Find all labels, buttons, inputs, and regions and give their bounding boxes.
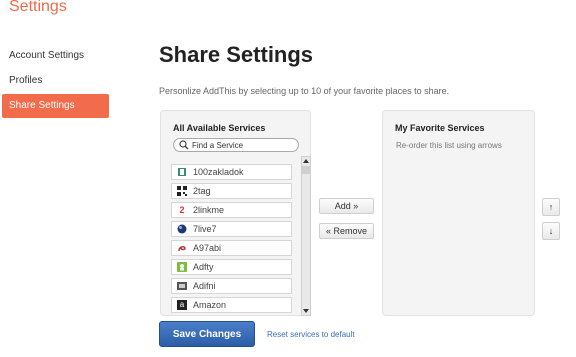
favorite-services-panel: My Favorite Services Re-order this list …	[382, 110, 535, 316]
globe-icon	[177, 224, 187, 234]
bookmark-icon	[178, 168, 186, 176]
available-services-panel: All Available Services 100zakladok 2tag	[160, 110, 311, 316]
search-icon	[179, 140, 189, 150]
move-down-button[interactable]: ↓	[542, 222, 560, 240]
remove-button[interactable]: « Remove	[319, 223, 374, 239]
service-item-2tag[interactable]: 2tag	[171, 183, 292, 199]
adfty-logo-icon	[177, 262, 187, 272]
sidebar-item-share-settings[interactable]: Share Settings	[2, 94, 109, 118]
favorite-services-heading: My Favorite Services	[395, 123, 485, 133]
service-item-100zakladok[interactable]: 100zakladok	[171, 164, 292, 180]
app-title: Settings	[9, 0, 67, 15]
page-subtitle: Personlize AddThis by selecting up to 10…	[159, 86, 450, 96]
amazon-logo-icon: a	[177, 300, 187, 310]
save-changes-button[interactable]: Save Changes	[159, 321, 255, 347]
move-up-button[interactable]: ↑	[542, 198, 560, 216]
sidebar-item-account-settings[interactable]: Account Settings	[2, 44, 109, 68]
add-button[interactable]: Add »	[319, 198, 374, 214]
service-item-a97abi[interactable]: A97abi	[171, 240, 292, 256]
service-label: 2linkme	[193, 205, 225, 215]
service-search[interactable]	[173, 138, 299, 152]
number-two-icon: 2	[179, 205, 185, 215]
sidebar-item-profiles[interactable]: Profiles	[2, 69, 109, 93]
service-label: 2tag	[193, 186, 211, 196]
service-label: Adfty	[193, 262, 214, 272]
service-label: Amazon	[193, 300, 227, 310]
service-label: 7live7	[193, 224, 217, 234]
sidebar: Account Settings Profiles Share Settings	[2, 44, 109, 118]
scroll-up-arrow-icon[interactable]	[302, 157, 310, 165]
services-scrollbar[interactable]	[301, 156, 311, 316]
service-item-2linkme[interactable]: 2 2linkme	[171, 202, 292, 218]
reset-services-link[interactable]: Reset services to default	[267, 330, 355, 339]
available-services-list: 100zakladok 2tag 2 2linkme 7live7 A97abi…	[171, 164, 292, 316]
search-input[interactable]	[192, 139, 296, 151]
a97abi-logo-icon	[178, 246, 186, 252]
adifni-logo-icon	[177, 282, 187, 290]
service-label: Adifni	[193, 281, 216, 291]
scroll-down-arrow-icon[interactable]	[302, 307, 310, 315]
qr-code-icon	[177, 186, 187, 196]
available-services-heading: All Available Services	[173, 123, 266, 133]
service-item-7live7[interactable]: 7live7	[171, 221, 292, 237]
service-item-adfty[interactable]: Adfty	[171, 259, 292, 275]
service-label: 100zakladok	[193, 167, 244, 177]
service-item-amazon[interactable]: a Amazon	[171, 297, 292, 313]
favorite-services-hint: Re-order this list using arrows	[396, 141, 502, 150]
service-label: A97abi	[193, 243, 222, 253]
page-title: Share Settings	[159, 42, 314, 67]
service-item-adifni[interactable]: Adifni	[171, 278, 292, 294]
scroll-thumb[interactable]	[302, 166, 310, 174]
